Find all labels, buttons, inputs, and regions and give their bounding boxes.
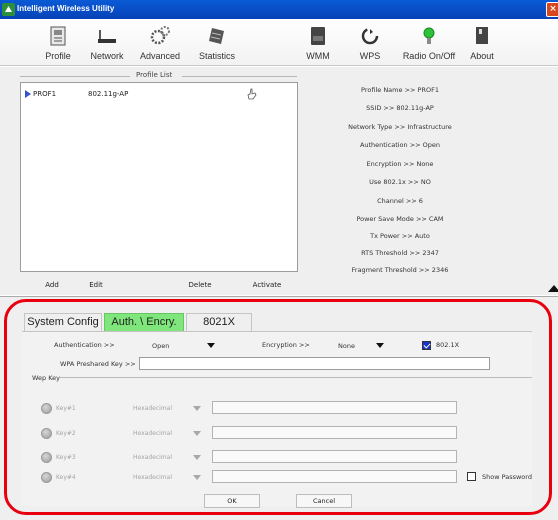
window-title: Intelligent Wireless Utility — [17, 4, 115, 13]
profile-ssid: 802.11g-AP — [88, 90, 129, 98]
toolbar-advanced[interactable]: Advanced — [133, 19, 187, 66]
close-button[interactable]: × — [546, 2, 558, 17]
detail-authentication: Authentication >> Open — [359, 141, 441, 149]
toolbar-label: WPS — [359, 51, 381, 61]
list-item[interactable]: PROF1 802.11g-AP — [21, 88, 297, 101]
advanced-icon — [150, 26, 170, 45]
toolbar-label: Radio On/Off — [402, 51, 456, 61]
detail-rts-threshold: RTS Threshold >> 2347 — [361, 249, 439, 257]
toolbar-label: Advanced — [139, 51, 181, 61]
app-logo-icon — [2, 3, 15, 16]
activate-button[interactable]: Activate — [247, 281, 287, 293]
detail-channel: Channel >> 6 — [377, 197, 423, 205]
toolbar-network[interactable]: Network — [82, 19, 132, 66]
highlight-frame — [4, 299, 552, 515]
radio-icon — [423, 27, 435, 44]
add-button[interactable]: Add — [40, 281, 64, 293]
detail-network-type: Network Type >> Infrastructure — [348, 123, 452, 131]
detail-power-save-mode: Power Save Mode >> CAM — [356, 215, 444, 223]
selected-row-arrow-icon — [25, 90, 31, 98]
detail-tx-power: Tx Power >> Auto — [370, 232, 430, 240]
active-hand-icon — [247, 88, 257, 100]
wmm-icon — [311, 27, 325, 45]
detail-use-8021x: Use 802.1x >> NO — [369, 178, 431, 186]
header-rule — [182, 76, 297, 77]
toolbar-label: Network — [90, 51, 124, 61]
toolbar-label: WMM — [306, 51, 330, 61]
about-icon — [476, 27, 488, 44]
toolbar-wps[interactable]: WPS — [353, 19, 387, 66]
title-bar: Intelligent Wireless Utility × — [0, 0, 558, 19]
toolbar-about[interactable]: About — [464, 19, 500, 66]
edit-button[interactable]: Edit — [84, 281, 108, 293]
toolbar: Profile Network Advanced Statistics WMM — [0, 19, 558, 66]
wps-icon — [361, 27, 379, 45]
detail-encryption: Encryption >> None — [366, 160, 434, 168]
header-rule — [20, 76, 130, 77]
profile-icon — [50, 26, 66, 46]
network-icon — [98, 30, 116, 43]
splitter-pointer-icon — [548, 285, 558, 292]
toolbar-wmm[interactable]: WMM — [300, 19, 336, 66]
toolbar-label: Statistics — [198, 51, 235, 61]
profile-name: PROF1 — [33, 90, 57, 98]
toolbar-statistics[interactable]: Statistics — [187, 19, 247, 66]
toolbar-radio[interactable]: Radio On/Off — [399, 19, 459, 66]
profile-list[interactable]: PROF1 802.11g-AP — [20, 82, 298, 272]
detail-ssid: SSID >> 802.11g-AP — [366, 104, 434, 112]
toolbar-profile[interactable]: Profile — [36, 19, 80, 66]
delete-button[interactable]: Delete — [183, 281, 217, 293]
profile-list-header: Profile List — [20, 71, 297, 81]
toolbar-label: About — [470, 51, 494, 61]
toolbar-label: Profile — [45, 51, 71, 61]
detail-profile-name: Profile Name >> PROF1 — [361, 86, 439, 94]
profile-list-title: Profile List — [136, 71, 173, 79]
statistics-icon — [209, 28, 224, 44]
detail-fragment-threshold: Fragment Threshold >> 2346 — [351, 266, 449, 274]
